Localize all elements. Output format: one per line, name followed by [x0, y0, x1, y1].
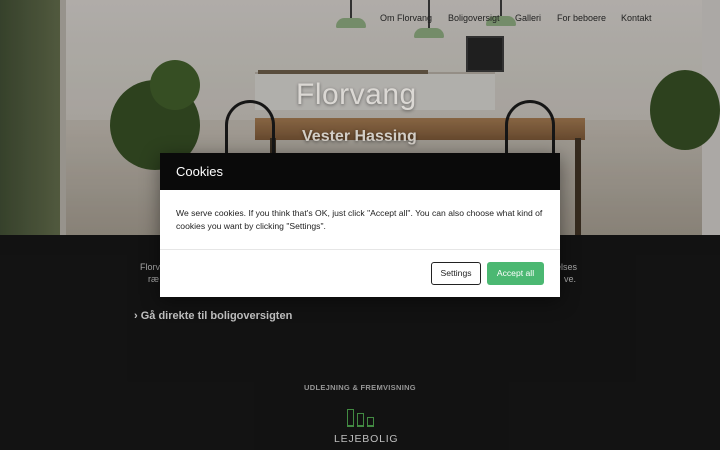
accept-all-button[interactable]: Accept all [487, 262, 544, 285]
cookie-dialog-title: Cookies [176, 164, 223, 179]
divider [160, 249, 560, 250]
page: Florvang Vester Hassing Om Florvang Boli… [0, 0, 720, 450]
cookie-settings-button[interactable]: Settings [431, 262, 481, 285]
cookie-dialog-body: We serve cookies. If you think that's OK… [176, 208, 543, 231]
cookie-dialog-header: Cookies [160, 153, 560, 190]
cookie-dialog: Cookies We serve cookies. If you think t… [160, 153, 560, 297]
